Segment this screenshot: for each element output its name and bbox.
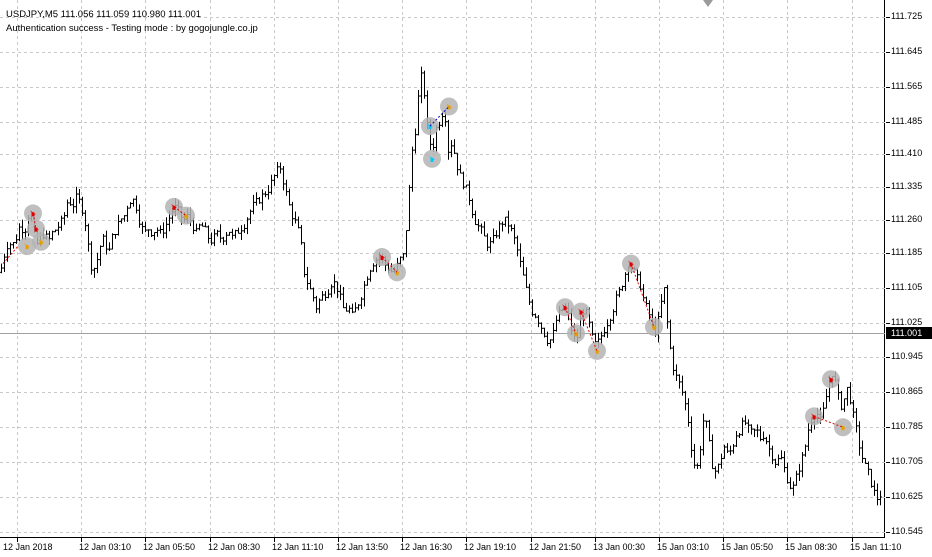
price-tick: [886, 323, 890, 324]
close-arrow-shaft: [595, 349, 599, 354]
price-tick: [886, 392, 890, 393]
price-tick: [886, 497, 890, 498]
time-label: 13 Jan 00:30: [593, 542, 646, 552]
sell-arrow-shaft: [812, 415, 816, 420]
price-label: 111.105: [891, 282, 923, 292]
time-label: 15 Jan 05:50: [721, 542, 774, 552]
time-label: 12 Jan 11:10: [272, 542, 324, 552]
chart-area[interactable]: USDJPY,M5 111.056 111.059 110.980 111.00…: [0, 0, 885, 538]
time-label: 12 Jan 13:50: [336, 542, 389, 552]
price-tick: [886, 122, 890, 123]
price-label: 110.865: [891, 386, 923, 396]
price-tick: [886, 187, 890, 188]
price-label: 111.260: [891, 214, 923, 224]
time-label: 15 Jan 08:30: [785, 542, 838, 552]
price-label: 111.565: [891, 81, 923, 91]
price-chart-svg: [0, 0, 885, 538]
price-tick: [886, 288, 890, 289]
price-label: 111.335: [891, 181, 923, 191]
price-label: 110.625: [891, 491, 923, 501]
price-label: 111.485: [891, 116, 923, 126]
chart-header: USDJPY,M5 111.056 111.059 110.980 111.00…: [6, 8, 258, 36]
sell-arrow-shaft: [829, 378, 833, 383]
close-arrow-shaft: [652, 325, 656, 330]
price-tick: [886, 87, 890, 88]
price-label: 111.645: [891, 46, 923, 56]
price-label: 111.025: [891, 317, 923, 327]
price-label: 111.725: [891, 11, 923, 21]
buy-arrow-shaft: [430, 157, 434, 162]
trade-connector-line: [630, 263, 655, 328]
price-label: 110.785: [891, 421, 923, 431]
shift-marker-icon[interactable]: [703, 0, 713, 7]
time-label: 12 Jan 2018: [3, 542, 53, 552]
time-axis[interactable]: 12 Jan 2018 12 Jan 03:10 12 Jan 05:50 12 Ja…: [0, 538, 901, 557]
time-label: 12 Jan 08:30: [208, 542, 261, 552]
time-label: 12 Jan 21:50: [529, 542, 582, 552]
status-line: Authentication success - Testing mode : …: [6, 23, 258, 34]
time-label: 15 Jan 03:10: [657, 542, 710, 552]
current-price-badge: 111.001: [886, 327, 932, 339]
time-label: 15 Jan 11:10: [850, 542, 902, 552]
price-label: 110.545: [891, 526, 923, 536]
time-label: 12 Jan 16:30: [400, 542, 453, 552]
time-label: 12 Jan 05:50: [143, 542, 196, 552]
close-arrow-shaft: [39, 240, 43, 245]
price-tick: [886, 253, 890, 254]
price-tick: [886, 532, 890, 533]
price-tick: [886, 357, 890, 358]
price-tick: [886, 154, 890, 155]
close-arrow-shaft: [25, 245, 29, 250]
time-label: 12 Jan 03:10: [79, 542, 132, 552]
price-label: 111.410: [891, 148, 923, 158]
price-label: 110.945: [891, 351, 923, 361]
time-label: 12 Jan 19:10: [464, 542, 517, 552]
symbol-quote-line: USDJPY,M5 111.056 111.059 110.980 111.00…: [6, 9, 202, 20]
price-tick: [886, 220, 890, 221]
price-label: 111.185: [891, 247, 923, 257]
sell-arrow-shaft: [34, 227, 38, 232]
price-axis[interactable]: 111.725 111.645 111.565 111.485 111.410 111.3…: [886, 0, 932, 538]
price-tick: [886, 52, 890, 53]
price-tick: [886, 427, 890, 428]
price-label: 110.705: [891, 456, 923, 466]
price-tick: [886, 462, 890, 463]
price-tick: [886, 17, 890, 18]
